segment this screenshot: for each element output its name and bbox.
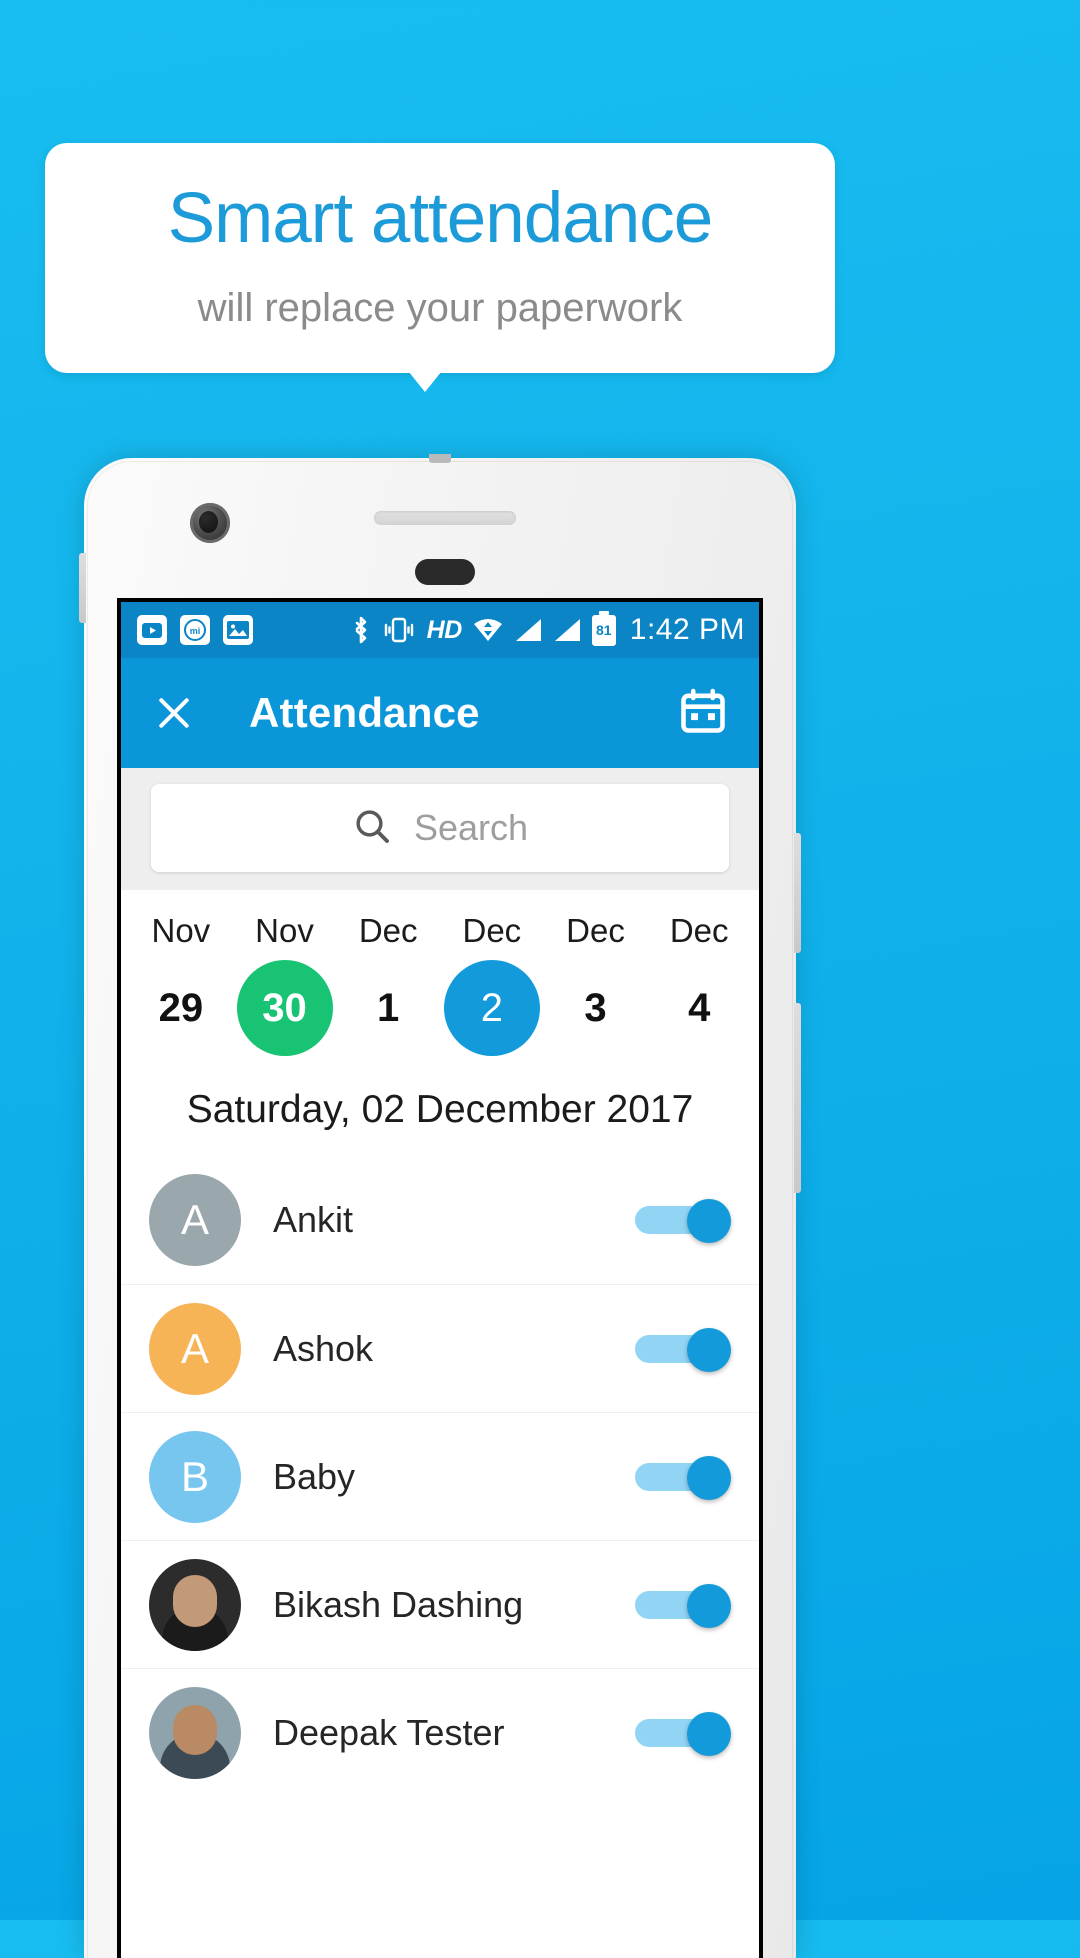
phone-power-button[interactable]: [794, 1003, 801, 1193]
date-cell-dec-1[interactable]: Dec 1: [336, 912, 440, 1056]
promo-bubble: Smart attendance will replace your paper…: [45, 143, 835, 373]
vibrate-icon: [382, 617, 416, 643]
date-month-label: Nov: [151, 912, 211, 949]
hd-icon: HD: [426, 615, 463, 644]
date-month-label: Dec: [566, 912, 625, 949]
date-day-label: 29: [158, 985, 204, 1030]
date-day-label: 30: [262, 985, 307, 1030]
avatar: B: [149, 1430, 241, 1523]
toggle-knob: [687, 1327, 731, 1372]
svg-text:mi: mi: [190, 626, 201, 636]
date-day-circle: 30: [236, 960, 333, 1056]
attendance-toggle[interactable]: [635, 1583, 731, 1628]
status-bar-clock: 1:42 PM: [629, 613, 745, 646]
date-day-label: 4: [688, 985, 711, 1030]
date-month-label: Dec: [358, 912, 418, 949]
date-cell-nov-30[interactable]: Nov 30: [233, 912, 337, 1056]
attendance-toggle[interactable]: [635, 1455, 731, 1500]
earpiece-speaker: [374, 511, 516, 525]
date-cell-nov-29[interactable]: Nov 29: [129, 912, 233, 1056]
toggle-knob: [687, 1199, 731, 1243]
avatar-initial: A: [180, 1196, 209, 1243]
avatar: [149, 1558, 241, 1651]
avatar: A: [149, 1174, 241, 1266]
proximity-sensor: [415, 559, 475, 585]
date-cell-dec-3[interactable]: Dec 3: [544, 912, 648, 1056]
date-strip[interactable]: Nov 29 Nov 30 Dec 1 Dec 2 Dec 3 Dec 4: [121, 890, 759, 1062]
list-item[interactable]: Bikash Dashing: [121, 1540, 759, 1668]
promo-title: Smart attendance: [167, 179, 713, 258]
promo-bubble-tail: [396, 356, 454, 392]
attendee-name: Deepak Tester: [273, 1711, 505, 1753]
list-item[interactable]: A Ashok: [121, 1284, 759, 1412]
avatar: A: [149, 1302, 241, 1395]
search-placeholder: Search: [413, 807, 529, 848]
bluetooth-icon: [351, 615, 371, 645]
avatar: [149, 1686, 241, 1779]
date-day-circle: 4: [651, 960, 747, 1056]
search-icon: [352, 806, 392, 851]
attendee-name: Baby: [273, 1455, 356, 1497]
signal-icon-2: [553, 617, 581, 643]
phone-top-notch: [429, 454, 451, 463]
calendar-icon[interactable]: [677, 685, 729, 742]
attendee-name: Ashok: [273, 1327, 374, 1369]
selected-date-heading: Saturday, 02 December 2017: [186, 1088, 694, 1131]
gallery-icon: [223, 615, 253, 645]
date-cell-dec-4[interactable]: Dec 4: [647, 912, 751, 1056]
toggle-knob: [687, 1583, 731, 1628]
date-day-label: 1: [377, 985, 400, 1030]
attendee-name: Ankit: [273, 1199, 354, 1240]
promo-subtitle: will replace your paperwork: [197, 286, 683, 330]
date-day-circle: 1: [340, 960, 436, 1056]
wifi-icon: [473, 617, 503, 643]
date-month-label: Nov: [255, 912, 314, 949]
search-zone: Search: [121, 768, 759, 890]
app-bar: Attendance: [121, 658, 759, 768]
status-bar: mi HD 81 1:42 PM: [121, 602, 759, 658]
toggle-knob: [687, 1455, 731, 1500]
youtube-icon: [137, 615, 167, 645]
avatar-initial: B: [180, 1452, 209, 1500]
toggle-knob: [687, 1711, 731, 1756]
date-month-label: Dec: [669, 912, 729, 949]
phone-screen: mi HD 81 1:42 PM Attendance Search Nov 2…: [117, 598, 763, 1958]
attendee-name: Bikash Dashing: [273, 1583, 524, 1625]
attendee-list: A Ankit A Ashok B Baby Bikash Dashing Deepak Te…: [121, 1156, 759, 1796]
avatar-initial: A: [180, 1324, 209, 1372]
battery-icon: 81: [591, 614, 616, 646]
page-title: Attendance: [249, 689, 480, 736]
date-day-label: 2: [480, 985, 503, 1030]
date-cell-dec-2[interactable]: Dec 2: [440, 912, 544, 1056]
date-month-label: Dec: [462, 912, 522, 949]
close-icon[interactable]: [151, 690, 197, 736]
attendance-toggle[interactable]: [635, 1199, 731, 1243]
search-input[interactable]: Search: [151, 784, 729, 872]
attendance-toggle[interactable]: [635, 1711, 731, 1756]
date-day-circle: 3: [548, 960, 644, 1056]
phone-volume-button[interactable]: [794, 833, 801, 953]
front-camera-icon: [190, 503, 230, 543]
list-item[interactable]: A Ankit: [121, 1156, 759, 1284]
signal-icon-1: [514, 617, 542, 643]
phone-left-button[interactable]: [79, 553, 86, 623]
attendance-toggle[interactable]: [635, 1327, 731, 1372]
mi-music-icon: mi: [180, 615, 210, 645]
list-item[interactable]: Deepak Tester: [121, 1668, 759, 1796]
date-day-circle: 2: [443, 960, 540, 1056]
date-day-label: 3: [584, 985, 607, 1030]
list-item[interactable]: B Baby: [121, 1412, 759, 1540]
date-day-circle: 29: [133, 960, 229, 1056]
phone-mockup: mi HD 81 1:42 PM Attendance Search Nov 2…: [79, 454, 801, 1958]
